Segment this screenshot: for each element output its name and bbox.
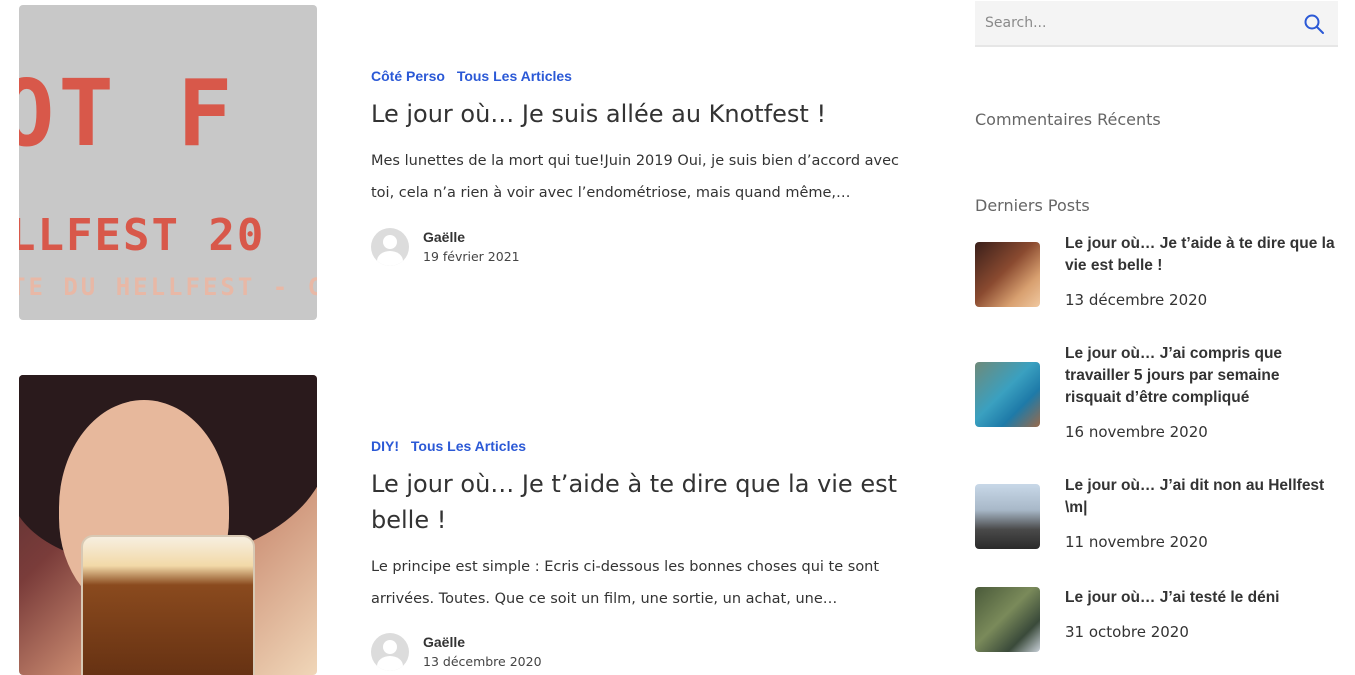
article-excerpt: Mes lunettes de la mort qui tue!Juin 201… xyxy=(371,153,900,201)
category-link[interactable]: Tous Les Articles xyxy=(457,68,572,84)
user-avatar-icon xyxy=(371,228,409,266)
article-thumbnail-beer[interactable] xyxy=(19,375,317,675)
author-name[interactable]: Gaëlle xyxy=(423,634,465,650)
article-title[interactable]: Le jour où… Je suis allée au Knotfest ! xyxy=(371,96,911,132)
post-date: 11 novembre 2020 xyxy=(1065,533,1208,551)
article-date: 13 décembre 2020 xyxy=(423,654,542,669)
post-thumbnail[interactable] xyxy=(975,484,1040,549)
post-date: 31 octobre 2020 xyxy=(1065,623,1189,641)
poster-text-medium: LLFEST 20 xyxy=(19,210,266,261)
category-link[interactable]: Tous Les Articles xyxy=(411,438,526,454)
article-categories: DIY! Tous Les Articles xyxy=(371,438,534,454)
post-title-link[interactable]: Le jour où… J’ai dit non au Hellfest \m| xyxy=(1065,475,1335,519)
article-excerpt: Le principe est simple : Ecris ci-dessou… xyxy=(371,559,880,607)
user-avatar-icon xyxy=(371,633,409,671)
post-title-link[interactable]: Le jour où… J’ai testé le déni xyxy=(1065,587,1335,609)
search-box xyxy=(975,1,1338,47)
author-name[interactable]: Gaëlle xyxy=(423,229,465,245)
poster-text-small: TE DU HELLFEST - C xyxy=(19,273,317,301)
article-title[interactable]: Le jour où… Je t’aide à te dire que la v… xyxy=(371,466,911,538)
post-thumbnail[interactable] xyxy=(975,242,1040,307)
article-date: 19 février 2021 xyxy=(423,249,520,264)
post-thumbnail[interactable] xyxy=(975,362,1040,427)
photo-beer-glass xyxy=(81,535,255,675)
poster-text-large: OT F xyxy=(19,60,237,167)
recent-comments-title: Commentaires Récents xyxy=(975,110,1161,129)
post-thumbnail[interactable] xyxy=(975,587,1040,652)
article-categories: Côté Perso Tous Les Articles xyxy=(371,68,580,84)
latest-posts-title: Derniers Posts xyxy=(975,196,1090,215)
post-title-link[interactable]: Le jour où… Je t’aide à te dire que la v… xyxy=(1065,233,1335,277)
category-link[interactable]: Côté Perso xyxy=(371,68,445,84)
post-date: 13 décembre 2020 xyxy=(1065,291,1208,309)
post-title-link[interactable]: Le jour où… J’ai compris que travailler … xyxy=(1065,343,1335,409)
article-thumbnail-knotfest[interactable]: OT F LLFEST 20 TE DU HELLFEST - C xyxy=(19,5,317,320)
post-date: 16 novembre 2020 xyxy=(1065,423,1208,441)
search-input[interactable] xyxy=(975,1,1285,45)
category-link[interactable]: DIY! xyxy=(371,438,399,454)
search-icon[interactable] xyxy=(1302,12,1326,36)
